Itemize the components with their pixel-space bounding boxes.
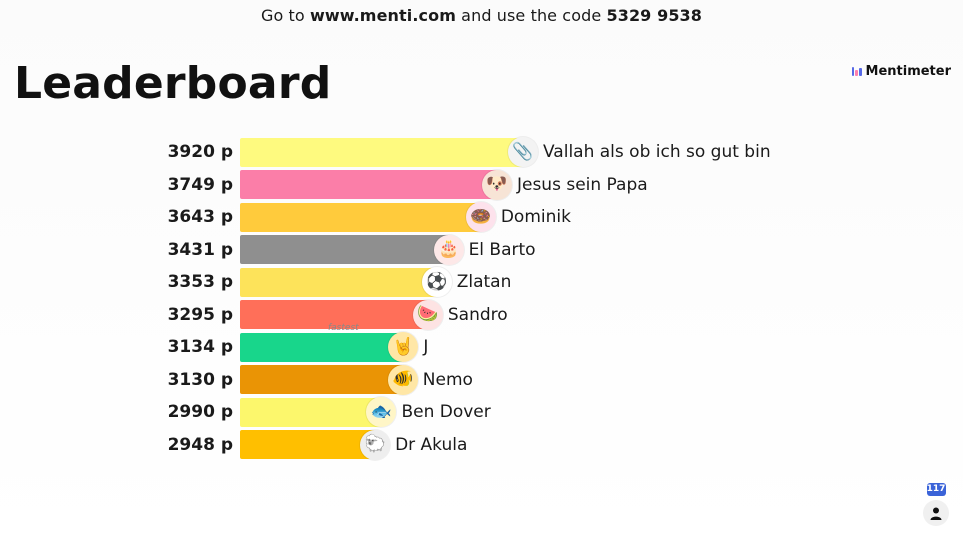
join-instructions: Go to www.menti.com and use the code 532… [0,6,963,25]
player-name: Ben Dover [401,402,491,423]
page-title: Leaderboard [14,58,332,109]
score-bar [240,267,437,297]
fastest-note: fastest [328,323,359,333]
score-bar [240,202,481,232]
score-bar [240,332,404,362]
mentimeter-logo-icon [851,67,862,76]
rock-hand-icon: 🤘 [388,332,419,363]
leaderboard-row: 3643 p 🍩 Dominik [150,201,850,234]
score-label: 3134 p [167,337,233,358]
score-label: 3643 p [167,207,233,228]
player-name: El Barto [468,239,536,260]
cake-icon: 🎂 [433,234,464,265]
player-name: Vallah als ob ich so gut bin [543,142,771,163]
tropical-fish-icon: 🐟 [366,397,397,428]
score-label: 3353 p [167,272,233,293]
score-bar [240,365,403,395]
leaderboard-row: 3295 p 🍉 Sandro [150,299,850,332]
leaderboard: 3920 p 📎 Vallah als ob ich so gut bin 3749 … [150,136,850,461]
score-bar [240,397,382,427]
player-name: Jesus sein Papa [516,174,648,195]
lamb-icon: 🐑 [360,429,391,460]
score-bar [240,137,523,167]
join-middle: and use the code [461,6,602,25]
score-label: 2948 p [167,434,233,455]
join-code: 5329 9538 [606,6,703,25]
player-name: J [423,337,429,358]
join-url[interactable]: www.menti.com [310,6,456,25]
leaderboard-row: 2948 p 🐑 Dr Akula [150,429,850,462]
leaderboard-row: 2990 p 🐟 Ben Dover [150,396,850,429]
score-label: 3920 p [167,142,233,163]
score-label: 3295 p [167,304,233,325]
leaderboard-row: 3130 p 🐠 Nemo [150,364,850,397]
donut-icon: 🍩 [465,202,496,233]
score-label: 2990 p [167,402,233,423]
participants-widget[interactable]: 117 [923,483,949,526]
score-bar [240,430,376,460]
player-name: Dr Akula [395,434,468,455]
presentation-slide: Go to www.menti.com and use the code 532… [0,0,963,542]
paperclip-icon: 📎 [508,137,538,168]
dog-face-icon: 🐶 [481,169,512,200]
mentimeter-logo: Mentimeter [851,64,951,79]
fish-icon: 🐠 [387,364,418,395]
player-name: Sandro [447,304,508,325]
leaderboard-row: 3920 p 📎 Vallah als ob ich so gut bin [150,136,850,169]
leaderboard-row: 3431 p 🎂 El Barto [150,234,850,267]
brand-name: Mentimeter [865,64,951,79]
score-label: 3431 p [167,239,233,260]
person-icon[interactable] [923,500,949,526]
player-name: Dominik [500,207,571,228]
score-label: 3130 p [167,369,233,390]
score-bar [240,170,497,200]
leaderboard-row: 3134 p 🤘 J [150,331,850,364]
soccer-ball-icon: ⚽ [421,267,452,298]
player-name: Zlatan [456,272,512,293]
leaderboard-row: 3749 p 🐶 Jesus sein Papa [150,169,850,202]
participant-count-badge: 117 [926,483,946,496]
score-label: 3749 p [167,174,233,195]
score-bar [240,235,449,265]
join-prefix: Go to [260,6,305,25]
watermelon-icon: 🍉 [412,299,443,330]
leaderboard-row: 3353 p ⚽ Zlatan [150,266,850,299]
player-name: Nemo [422,369,473,390]
